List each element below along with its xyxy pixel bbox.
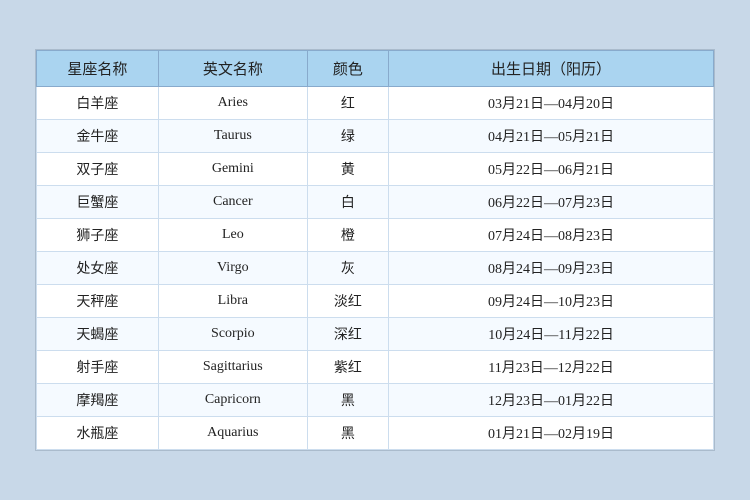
- cell-date: 05月22日—06月21日: [389, 153, 714, 186]
- cell-date: 12月23日—01月22日: [389, 384, 714, 417]
- cell-color: 红: [307, 87, 388, 120]
- header-chinese: 星座名称: [37, 51, 159, 87]
- table-row: 天秤座Libra淡红09月24日—10月23日: [37, 285, 714, 318]
- table-row: 金牛座Taurus绿04月21日—05月21日: [37, 120, 714, 153]
- header-date: 出生日期（阳历）: [389, 51, 714, 87]
- cell-english: Sagittarius: [158, 351, 307, 384]
- cell-chinese: 天秤座: [37, 285, 159, 318]
- cell-date: 07月24日—08月23日: [389, 219, 714, 252]
- cell-chinese: 水瓶座: [37, 417, 159, 450]
- table-row: 摩羯座Capricorn黑12月23日—01月22日: [37, 384, 714, 417]
- cell-english: Scorpio: [158, 318, 307, 351]
- cell-date: 08月24日—09月23日: [389, 252, 714, 285]
- cell-color: 绿: [307, 120, 388, 153]
- cell-english: Taurus: [158, 120, 307, 153]
- cell-chinese: 处女座: [37, 252, 159, 285]
- table-body: 白羊座Aries红03月21日—04月20日金牛座Taurus绿04月21日—0…: [37, 87, 714, 450]
- table-row: 处女座Virgo灰08月24日—09月23日: [37, 252, 714, 285]
- cell-chinese: 狮子座: [37, 219, 159, 252]
- cell-color: 白: [307, 186, 388, 219]
- cell-chinese: 摩羯座: [37, 384, 159, 417]
- cell-english: Aries: [158, 87, 307, 120]
- cell-english: Virgo: [158, 252, 307, 285]
- cell-chinese: 双子座: [37, 153, 159, 186]
- cell-color: 深红: [307, 318, 388, 351]
- table-header-row: 星座名称 英文名称 颜色 出生日期（阳历）: [37, 51, 714, 87]
- cell-date: 10月24日—11月22日: [389, 318, 714, 351]
- cell-date: 11月23日—12月22日: [389, 351, 714, 384]
- table-row: 双子座Gemini黄05月22日—06月21日: [37, 153, 714, 186]
- table-row: 狮子座Leo橙07月24日—08月23日: [37, 219, 714, 252]
- cell-english: Leo: [158, 219, 307, 252]
- cell-english: Libra: [158, 285, 307, 318]
- cell-chinese: 天蝎座: [37, 318, 159, 351]
- cell-english: Capricorn: [158, 384, 307, 417]
- zodiac-table: 星座名称 英文名称 颜色 出生日期（阳历） 白羊座Aries红03月21日—04…: [36, 50, 714, 450]
- cell-color: 淡红: [307, 285, 388, 318]
- cell-english: Cancer: [158, 186, 307, 219]
- table-row: 白羊座Aries红03月21日—04月20日: [37, 87, 714, 120]
- cell-english: Aquarius: [158, 417, 307, 450]
- table-row: 天蝎座Scorpio深红10月24日—11月22日: [37, 318, 714, 351]
- cell-date: 01月21日—02月19日: [389, 417, 714, 450]
- cell-color: 紫红: [307, 351, 388, 384]
- cell-date: 06月22日—07月23日: [389, 186, 714, 219]
- cell-date: 09月24日—10月23日: [389, 285, 714, 318]
- cell-date: 03月21日—04月20日: [389, 87, 714, 120]
- cell-color: 黑: [307, 417, 388, 450]
- zodiac-table-container: 星座名称 英文名称 颜色 出生日期（阳历） 白羊座Aries红03月21日—04…: [35, 49, 715, 451]
- cell-color: 黑: [307, 384, 388, 417]
- cell-chinese: 白羊座: [37, 87, 159, 120]
- cell-color: 橙: [307, 219, 388, 252]
- table-row: 射手座Sagittarius紫红11月23日—12月22日: [37, 351, 714, 384]
- table-row: 水瓶座Aquarius黑01月21日—02月19日: [37, 417, 714, 450]
- header-color: 颜色: [307, 51, 388, 87]
- cell-english: Gemini: [158, 153, 307, 186]
- header-english: 英文名称: [158, 51, 307, 87]
- cell-date: 04月21日—05月21日: [389, 120, 714, 153]
- cell-chinese: 射手座: [37, 351, 159, 384]
- cell-color: 灰: [307, 252, 388, 285]
- table-row: 巨蟹座Cancer白06月22日—07月23日: [37, 186, 714, 219]
- cell-color: 黄: [307, 153, 388, 186]
- cell-chinese: 巨蟹座: [37, 186, 159, 219]
- cell-chinese: 金牛座: [37, 120, 159, 153]
